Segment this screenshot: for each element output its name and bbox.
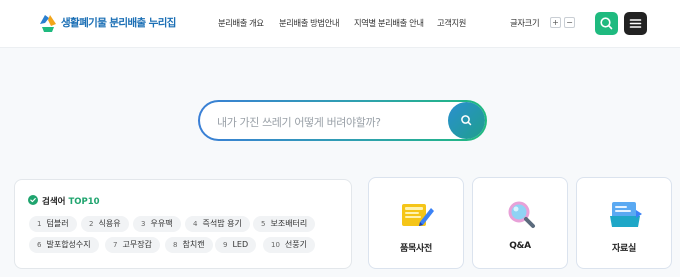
font-decrease-button[interactable]: − [564, 17, 575, 28]
search-placeholder: 내가 가진 쓰레기 어떻게 버려야할까? [217, 116, 381, 129]
keyword-rank: 10 [271, 241, 280, 249]
keyword-label: 참치캔 [182, 240, 205, 249]
category-label: 자료실 [612, 244, 636, 254]
category-item-qna[interactable]: Q&A [472, 177, 568, 269]
keyword-chip[interactable]: 9 LED [215, 237, 257, 253]
keyword-label: LED [232, 240, 249, 249]
keyword-label: 발포합성수지 [46, 240, 91, 249]
keyword-label: 즉석밥 용기 [202, 219, 242, 228]
category-item-dictionary[interactable]: 품목사전 [368, 177, 464, 269]
keyword-chip[interactable]: 4 즉석밥 용기 [185, 216, 250, 232]
font-size-label: 글자크기 [510, 18, 540, 28]
keyword-chip[interactable]: 6 발포합성수지 [29, 237, 99, 253]
keyword-rank: 4 [193, 220, 198, 228]
keyword-rank: 1 [37, 220, 42, 228]
keyword-chip[interactable]: 3 우유팩 [133, 216, 181, 232]
header-search-button[interactable] [595, 12, 618, 35]
top-keywords-card: 검색어 TOP10 1 텀블러 2 식용유 3 우유팩 4 즉석밥 용기 5 보조배터리 … [14, 179, 352, 269]
nav-customer-support[interactable]: 고객지원 [437, 17, 466, 29]
hamburger-icon [629, 19, 642, 28]
search-icon [461, 115, 472, 126]
keywords-title-prefix: 검색어 [42, 197, 66, 207]
keyword-rank: 5 [261, 220, 266, 228]
folder-icon [610, 202, 642, 227]
keyword-label: 보조배터리 [270, 219, 308, 228]
keyword-rank: 9 [223, 241, 228, 249]
keyword-chip[interactable]: 2 식용유 [81, 216, 129, 232]
keyword-chip[interactable]: 5 보조배터리 [253, 216, 316, 232]
keyword-chip[interactable]: 10 선풍기 [263, 237, 316, 253]
menu-button[interactable] [624, 12, 647, 35]
keyword-label: 우유팩 [150, 219, 173, 228]
keyword-chip[interactable]: 8 참치캔 [165, 237, 213, 253]
search-input[interactable]: 내가 가진 쓰레기 어떻게 버려야할까? [200, 102, 485, 139]
keywords-title-accent: TOP10 [68, 197, 100, 207]
keyword-label: 선풍기 [284, 240, 308, 249]
notebook-pencil-icon [402, 204, 434, 226]
search-icon [600, 17, 613, 30]
keyword-rank: 8 [173, 241, 178, 249]
site-logo[interactable]: 생활폐기물 분리배출 누리집 [36, 8, 176, 36]
keyword-label: 고무장갑 [122, 240, 152, 249]
magnifier-icon [508, 201, 535, 228]
keyword-rank: 3 [141, 220, 146, 228]
keyword-rank: 7 [113, 241, 118, 249]
nav-method-guide[interactable]: 분리배출 방법안내 [279, 17, 340, 29]
keyword-label: 식용유 [98, 219, 121, 228]
site-header: 생활폐기물 분리배출 누리집 분리배출 개요 분리배출 방법안내 지역별 분리배… [0, 0, 680, 48]
keyword-rank: 6 [37, 241, 42, 249]
keyword-rank: 2 [89, 220, 94, 228]
logo-text: 생활폐기물 분리배출 누리집 [61, 17, 176, 29]
keyword-chip[interactable]: 7 고무장갑 [105, 237, 160, 253]
category-label: 품목사전 [400, 244, 432, 254]
keyword-chip[interactable]: 1 텀블러 [29, 216, 77, 232]
nav-regional-guide[interactable]: 지역별 분리배출 안내 [354, 17, 424, 29]
recycle-logo-icon [40, 15, 56, 32]
category-item-archive[interactable]: 자료실 [576, 177, 672, 269]
nav-overview[interactable]: 분리배출 개요 [218, 17, 264, 29]
keyword-label: 텀블러 [46, 219, 69, 228]
check-circle-icon [28, 195, 38, 205]
keywords-title: 검색어 TOP10 [42, 195, 100, 207]
category-label: Q&A [509, 241, 531, 251]
main-search-bar: 내가 가진 쓰레기 어떻게 버려야할까? [198, 100, 487, 141]
search-submit-button[interactable] [448, 102, 485, 139]
font-increase-button[interactable]: + [550, 17, 561, 28]
